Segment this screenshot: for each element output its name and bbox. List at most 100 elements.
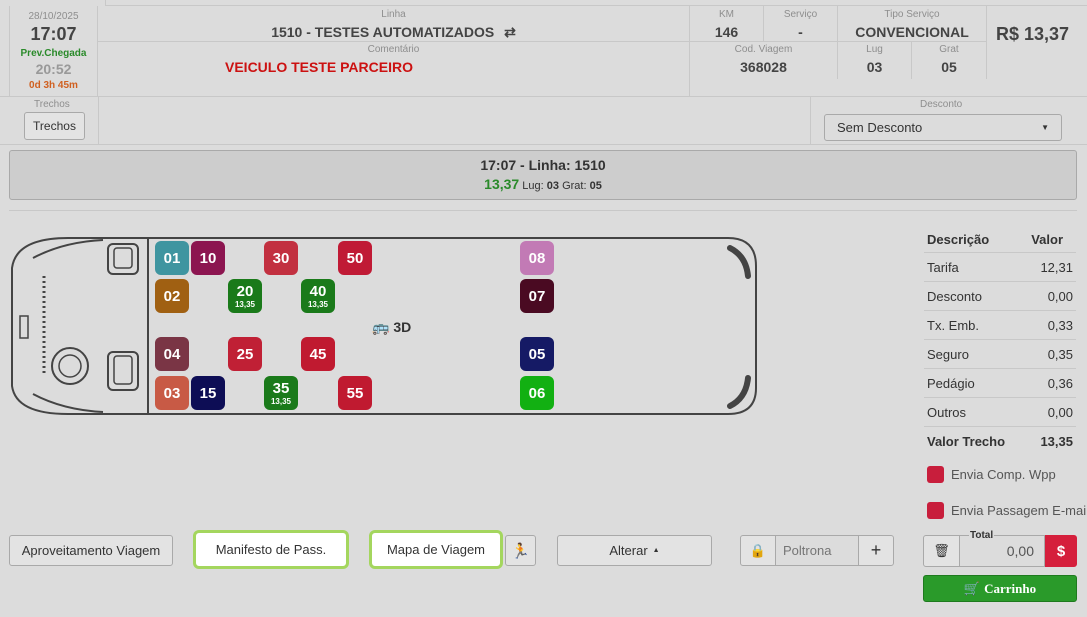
departure-time: 17:07 (30, 24, 77, 44)
fare-header: Descrição Valor (924, 226, 1076, 253)
seat-number: 07 (528, 287, 546, 305)
cart-icon: 🛒 (963, 580, 981, 596)
deck-label: 3D (393, 319, 412, 335)
seat-number: 30 (272, 249, 290, 267)
km-cell: KM 146 (690, 6, 764, 42)
banner-lug-label: Lug: (522, 180, 544, 192)
service-type-value: CONVENCIONAL (855, 24, 969, 40)
banner-grat: 05 (589, 180, 602, 192)
seat-25[interactable]: 25 (228, 337, 262, 371)
fare-row-label: Seguro (927, 346, 969, 362)
seat-04[interactable]: 04 (155, 337, 189, 371)
seat-number: 35 (272, 379, 290, 397)
banner-title: 17:07 - Linha: 1510 (480, 157, 606, 173)
code-value: 368028 (740, 59, 787, 75)
row-bottom-border (0, 144, 1087, 145)
discount-label: Desconto (920, 99, 963, 110)
lock-icon[interactable]: 🔒 (740, 535, 776, 566)
bus-deck-label: 🚌 3D (372, 319, 411, 336)
seat-02[interactable]: 02 (155, 279, 189, 313)
wpp-checkbox[interactable] (927, 466, 944, 483)
fare-row-value: 0,36 (1047, 375, 1073, 391)
seat-number: 04 (163, 345, 181, 363)
seat-06[interactable]: 06 (520, 376, 554, 410)
mapa-viagem-button[interactable]: Mapa de Viagem (372, 533, 500, 566)
seats-count-cell: Lug 03 (838, 42, 912, 79)
seat-03[interactable]: 03 (155, 376, 189, 410)
fare-row-label: Tarifa (927, 259, 959, 275)
email-checkbox[interactable] (927, 502, 944, 519)
service-label: Serviço (783, 9, 818, 20)
service-type-label: Tipo Serviço (884, 9, 940, 20)
seat-number: 15 (199, 384, 217, 402)
add-seat-button[interactable]: + (858, 535, 894, 566)
row-divider (810, 97, 811, 144)
line-cell: Linha 1510 - TESTES AUTOMATIZADOS ⇄ (98, 6, 690, 42)
seat-number: 45 (309, 345, 327, 363)
caret-down-icon: ▼ (1041, 123, 1049, 132)
fare-total-value: 13,35 (1040, 434, 1073, 449)
km-label: KM (719, 9, 734, 20)
fare-row-value: 0,33 (1047, 317, 1073, 333)
fare-row: Tx. Emb. 0,33 (924, 311, 1076, 340)
trip-header: 28/10/2025 17:07 Prev.Chegada 20:52 0d 3… (0, 0, 1087, 97)
pay-button[interactable]: $ (1045, 535, 1077, 567)
fare-row: Outros 0,00 (924, 398, 1076, 427)
km-value: 146 (714, 24, 739, 40)
trechos-button[interactable]: Trechos (24, 112, 85, 140)
seat-05[interactable]: 05 (520, 337, 554, 371)
fare-row-value: 0,00 (1047, 404, 1073, 420)
repeat-icon[interactable]: ⇄ (504, 24, 516, 40)
wpp-label: Envia Comp. Wpp (951, 467, 1056, 482)
manifesto-button[interactable]: Manifesto de Pass. (196, 533, 346, 566)
line-row: 1510 - TESTES AUTOMATIZADOS ⇄ (98, 24, 689, 41)
free-count-value: 05 (941, 59, 957, 75)
walking-person-icon[interactable]: 🏃 (505, 535, 536, 566)
arrival-label: Prev.Chegada (20, 48, 87, 59)
fare-row-value: 0,00 (1047, 288, 1073, 304)
seat-35[interactable]: 35 13,35 (264, 376, 298, 410)
seat-10[interactable]: 10 (191, 241, 225, 275)
code-cell: Cod. Viagem 368028 (690, 42, 838, 79)
seat-number: 03 (163, 384, 181, 402)
seat-01[interactable]: 01 (155, 241, 189, 275)
discount-select[interactable]: Sem Desconto ▼ (824, 114, 1062, 141)
trip-banner: 17:07 - Linha: 1510 13,37 Lug: 03 Grat: … (9, 150, 1077, 200)
seat-08[interactable]: 08 (520, 241, 554, 275)
seat-40[interactable]: 40 13,35 (301, 279, 335, 313)
seat-55[interactable]: 55 (338, 376, 372, 410)
divider (9, 210, 1077, 211)
service-type-cell: Tipo Serviço CONVENCIONAL (838, 6, 987, 42)
seat-30[interactable]: 30 (264, 241, 298, 275)
seats-count-label: Lug (866, 44, 883, 55)
seat-number: 08 (528, 249, 546, 267)
aproveitamento-button[interactable]: Aproveitamento Viagem (9, 535, 173, 566)
seat-number: 40 (309, 282, 327, 300)
seat-07[interactable]: 07 (520, 279, 554, 313)
trash-icon[interactable]: 🗑 (923, 535, 960, 567)
banner-lug: 03 (546, 180, 559, 192)
bus-icon: 🚌 (372, 319, 390, 335)
line-label: Linha (381, 9, 406, 20)
poltrona-input[interactable] (775, 535, 859, 566)
seat-number: 10 (199, 249, 217, 267)
seat-15[interactable]: 15 (191, 376, 225, 410)
fare-col-desc: Descrição (927, 231, 990, 247)
seat-45[interactable]: 45 (301, 337, 335, 371)
fare-total-label: Valor Trecho (927, 434, 1006, 449)
carrinho-button[interactable]: 🛒 Carrinho (923, 575, 1077, 602)
fare-row: Pedágio 0,36 (924, 369, 1076, 398)
departure-block: 28/10/2025 17:07 Prev.Chegada 20:52 0d 3… (9, 6, 98, 97)
seat-20[interactable]: 20 13,35 (228, 279, 262, 313)
seat-50[interactable]: 50 (338, 241, 372, 275)
fare-row-label: Tx. Emb. (927, 317, 980, 333)
fare-row: Desconto 0,00 (924, 282, 1076, 311)
total-label: Total (969, 530, 995, 541)
fare-row-label: Outros (927, 404, 967, 420)
comment-label: Comentário (367, 44, 420, 55)
trechos-label: Trechos (34, 99, 70, 110)
free-count-label: Grat (939, 44, 959, 55)
alterar-button[interactable]: Alterar ▲ (557, 535, 712, 566)
seat-number: 05 (528, 345, 546, 363)
header-price: R$ 13,37 (996, 24, 1070, 44)
